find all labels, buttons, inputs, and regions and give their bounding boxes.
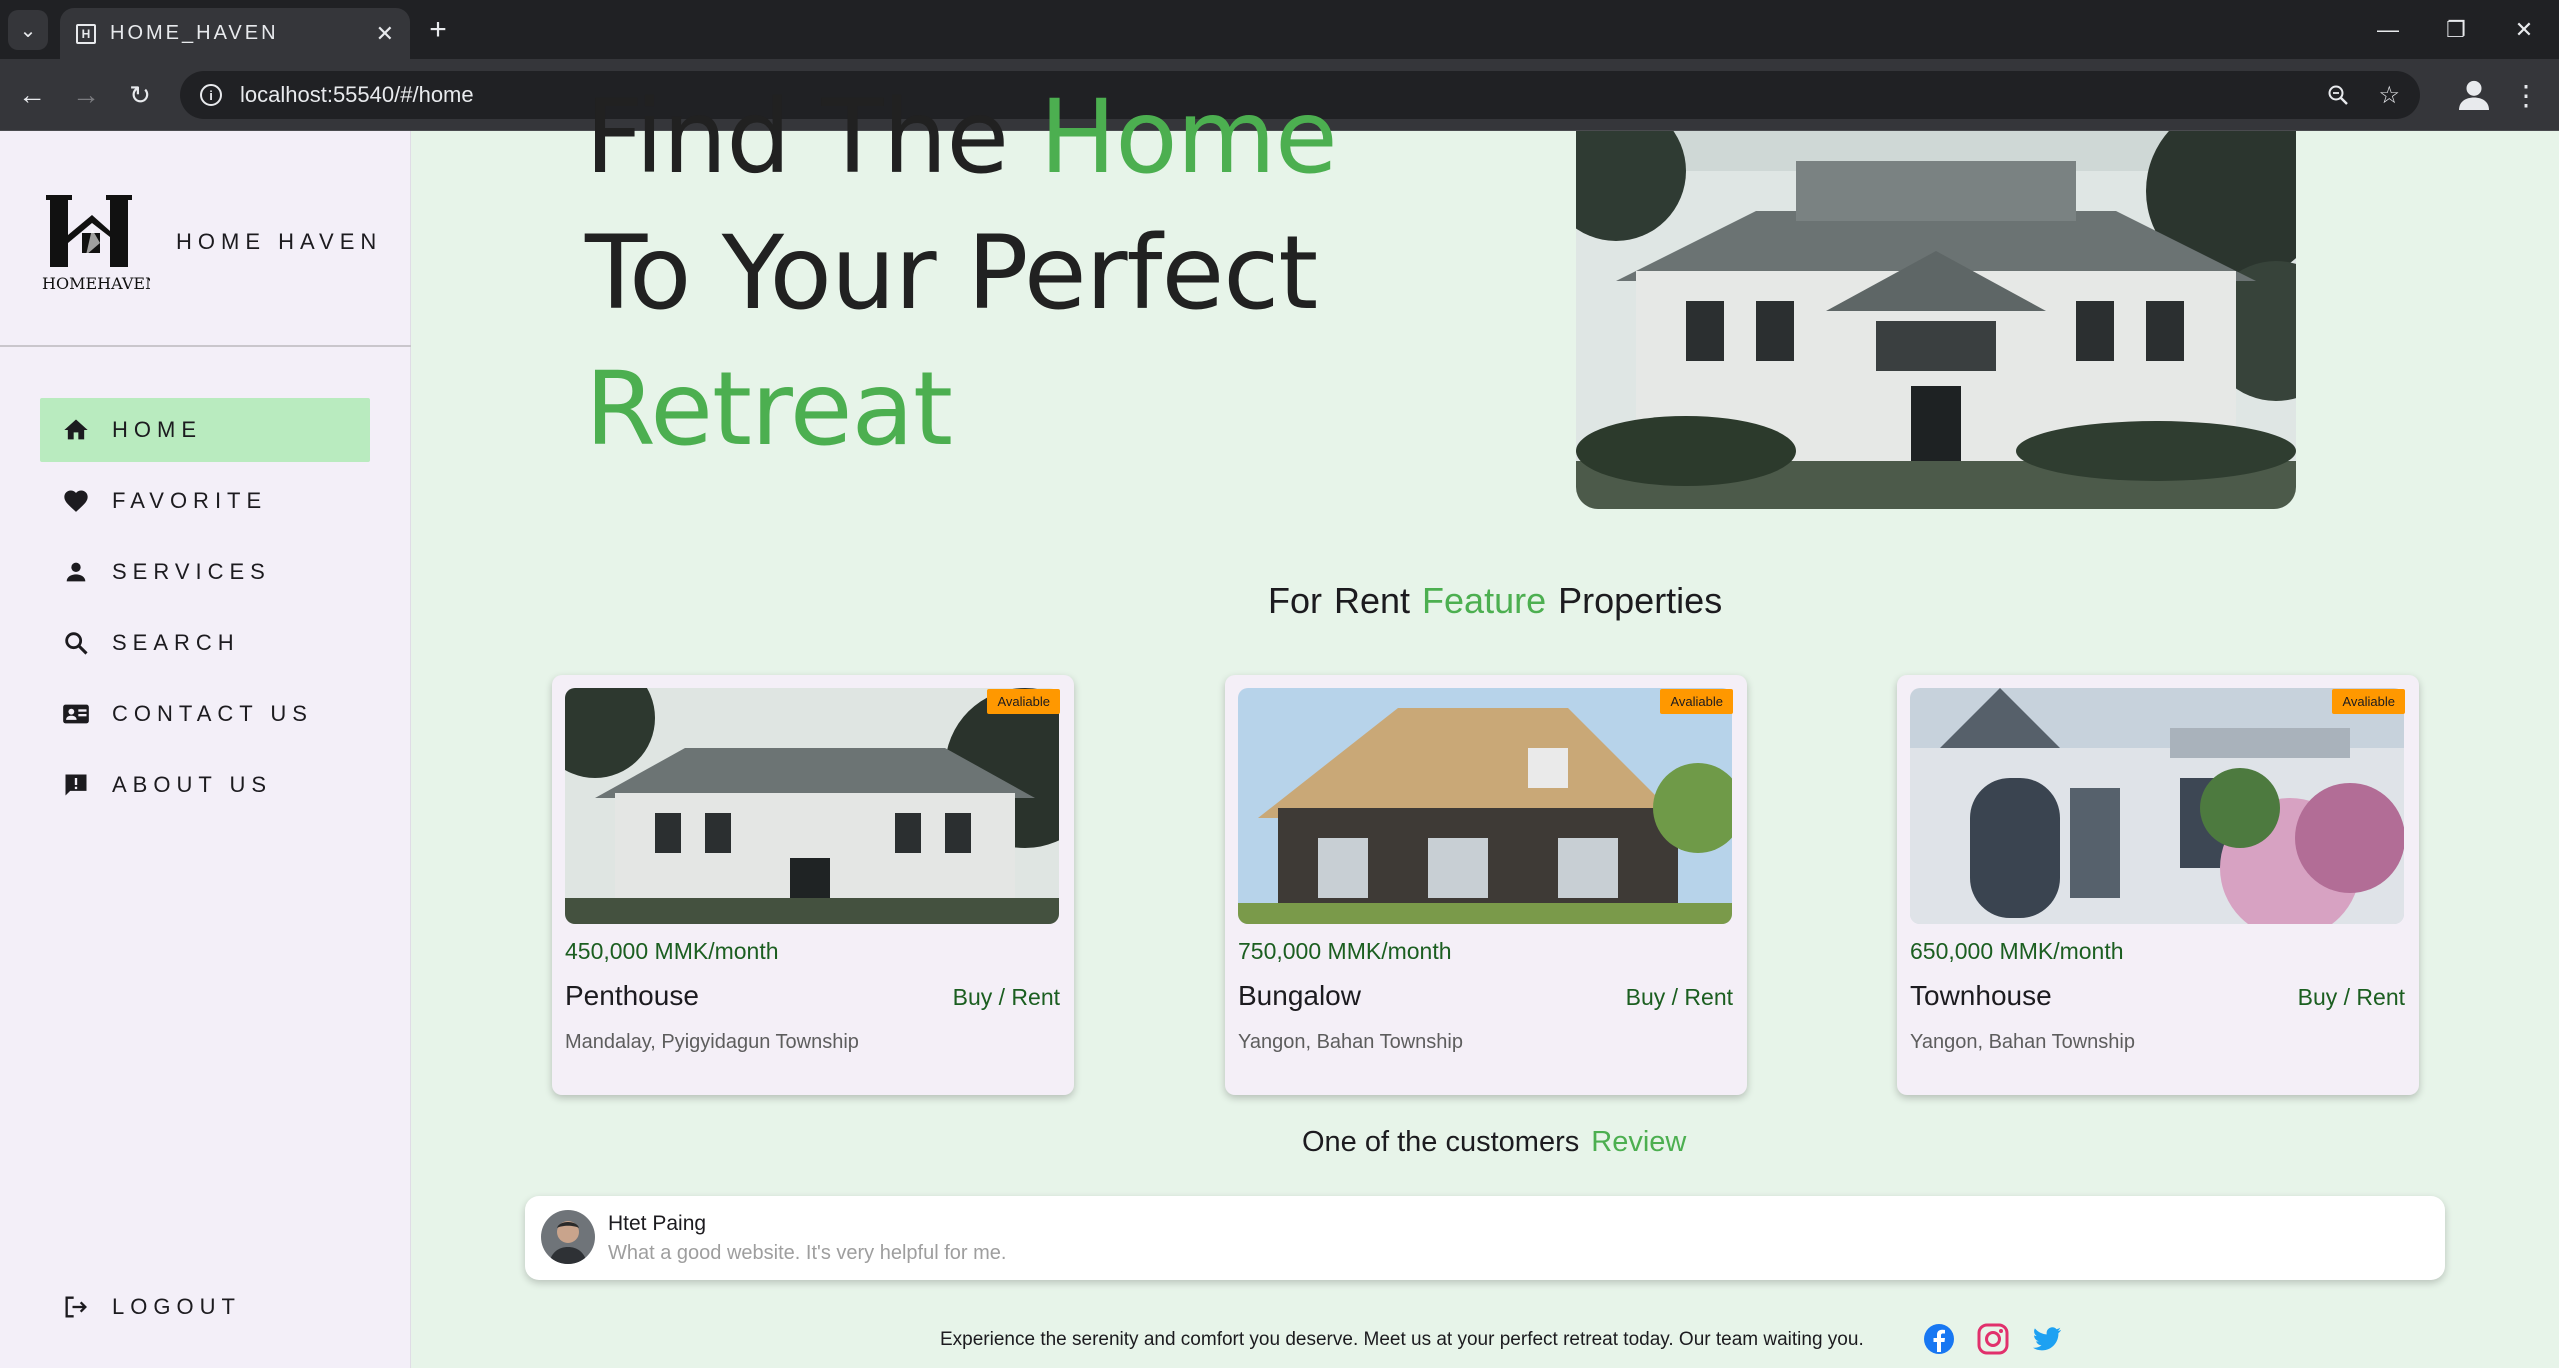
- buy-rent-link[interactable]: Buy / Rent: [953, 984, 1060, 1011]
- sidebar-item-label: CONTACT US: [112, 701, 313, 726]
- property-location: Yangon, Bahan Township: [1238, 1031, 1463, 1053]
- tab-search-dropdown-icon[interactable]: ⌄: [8, 10, 48, 50]
- buy-rent-link[interactable]: Buy / Rent: [1626, 984, 1733, 1011]
- new-tab-icon[interactable]: +: [420, 12, 456, 48]
- logout-label: LOGOUT: [112, 1294, 241, 1319]
- property-image: [1910, 688, 2404, 924]
- sidebar-item-services[interactable]: SERVICES: [40, 540, 370, 604]
- logout-button[interactable]: LOGOUT: [40, 1275, 370, 1339]
- close-window-icon[interactable]: ✕: [2494, 10, 2554, 50]
- property-name: Penthouse: [565, 980, 699, 1011]
- title-word: Properties: [1558, 580, 1723, 621]
- sidebar: HOMEHAVEN HOME HAVEN HOME FAVORITE SERVI…: [0, 131, 411, 1368]
- bookmark-star-icon[interactable]: ☆: [2378, 81, 2400, 110]
- property-name: Townhouse: [1910, 980, 2052, 1011]
- home-haven-logo[interactable]: HOMEHAVEN: [42, 193, 150, 293]
- search-icon: [65, 632, 88, 655]
- property-image: [1238, 688, 1732, 924]
- brand-name: HOME HAVEN: [176, 229, 383, 254]
- hero-title-line-1: Find The Home: [585, 78, 1338, 197]
- instagram-icon[interactable]: [1976, 1322, 2010, 1356]
- hero-house-image: [1576, 131, 2296, 509]
- sidebar-item-label: ABOUT US: [112, 772, 273, 797]
- sidebar-item-label: FAVORITE: [112, 488, 268, 513]
- avatar: [541, 1210, 595, 1264]
- featured-section-title: For Rent Feature Properties: [1268, 580, 1734, 622]
- sidebar-item-home[interactable]: HOME: [40, 398, 370, 462]
- sidebar-item-label: SERVICES: [112, 559, 271, 584]
- sidebar-item-label: SEARCH: [112, 630, 240, 655]
- property-price: 450,000 MMK/month: [565, 938, 779, 964]
- hero-highlight: Home: [1039, 78, 1338, 197]
- review-card: Htet Paing What a good website. It's ver…: [525, 1196, 2445, 1280]
- availability-badge: Avaliable: [2332, 689, 2405, 714]
- property-location: Yangon, Bahan Township: [1910, 1031, 2135, 1053]
- title-word: Rent: [1334, 580, 1411, 621]
- browser-menu-icon[interactable]: ⋮: [2506, 75, 2546, 115]
- property-card-penthouse[interactable]: Avaliable 450,000 MMK/month Penthouse Bu…: [552, 675, 1074, 1095]
- availability-badge: Avaliable: [987, 689, 1060, 714]
- property-image: [565, 688, 1059, 924]
- sidebar-item-label: HOME: [112, 417, 202, 442]
- restore-window-icon[interactable]: ❐: [2426, 10, 2486, 50]
- sidebar-item-about-us[interactable]: ABOUT US: [40, 753, 370, 817]
- minimize-window-icon[interactable]: —: [2358, 10, 2418, 50]
- property-card-townhouse[interactable]: Avaliable 650,000 MMK/month Townhouse Bu…: [1897, 675, 2419, 1095]
- hero-title-line-2: To Your Perfect: [585, 214, 1318, 333]
- hero-title-line-3: Retreat: [585, 350, 953, 469]
- property-location: Mandalay, Pyigyidagun Township: [565, 1031, 859, 1053]
- twitter-icon[interactable]: [2030, 1322, 2064, 1356]
- review-text: What a good website. It's very helpful f…: [608, 1242, 1007, 1264]
- property-card-bungalow[interactable]: Avaliable 750,000 MMK/month Bungalow Buy…: [1225, 675, 1747, 1095]
- tab-title: HOME_HAVEN: [110, 22, 279, 44]
- tab-close-icon[interactable]: ✕: [376, 21, 394, 47]
- reviewer-name: Htet Paing: [608, 1212, 707, 1235]
- logout-icon: [65, 1296, 87, 1318]
- review-section-title: One of the customers Review: [1302, 1126, 1698, 1159]
- hero-text: Find The: [585, 78, 1040, 197]
- property-price: 650,000 MMK/month: [1910, 938, 2124, 964]
- zoom-icon[interactable]: [2326, 83, 2350, 107]
- facebook-icon[interactable]: [1922, 1322, 1956, 1356]
- tab-favicon-icon: H: [76, 23, 96, 44]
- buy-rent-link[interactable]: Buy / Rent: [2298, 984, 2405, 1011]
- footer-text: Experience the serenity and comfort you …: [940, 1329, 1864, 1350]
- title-word-highlight: Review: [1591, 1126, 1687, 1158]
- title-word: For: [1268, 580, 1322, 621]
- browser-tab-strip: ⌄ H HOME_HAVEN ✕ + — ❐ ✕: [0, 0, 2559, 59]
- home-icon: [64, 419, 88, 440]
- property-price: 750,000 MMK/month: [1238, 938, 1452, 964]
- property-name: Bungalow: [1238, 980, 1361, 1011]
- browser-tab[interactable]: H HOME_HAVEN ✕: [60, 8, 410, 59]
- person-icon: [66, 562, 86, 582]
- logo-text: HOMEHAVEN: [42, 274, 150, 293]
- profile-icon[interactable]: [2454, 75, 2494, 115]
- site-info-icon[interactable]: i: [200, 84, 222, 106]
- title-word-highlight: Feature: [1422, 580, 1547, 621]
- sidebar-item-contact-us[interactable]: CONTACT US: [40, 682, 370, 746]
- title-word: One of the customers: [1302, 1126, 1580, 1158]
- brand-header: HOMEHAVEN HOME HAVEN: [0, 131, 411, 347]
- feedback-icon: [65, 774, 87, 796]
- contact-card-icon: [63, 704, 89, 724]
- availability-badge: Avaliable: [1660, 689, 1733, 714]
- reload-icon[interactable]: ↻: [120, 75, 160, 115]
- heart-icon: [64, 490, 88, 512]
- back-icon[interactable]: ←: [12, 75, 52, 115]
- forward-icon[interactable]: →: [66, 75, 106, 115]
- sidebar-item-favorite[interactable]: FAVORITE: [40, 469, 370, 533]
- sidebar-item-search[interactable]: SEARCH: [40, 611, 370, 675]
